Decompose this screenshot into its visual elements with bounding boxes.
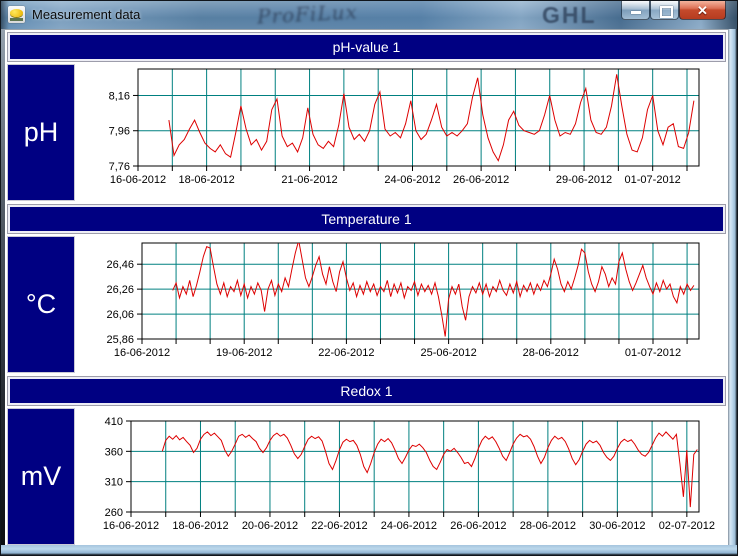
- chart-body-temperature: °C 26,46 26,26 26,06 25,8616-06-2012 19-06-2…: [8, 237, 725, 372]
- chart-title-temperature: Temperature 1: [321, 211, 411, 227]
- window-resize-edge-bottom[interactable]: [1, 545, 737, 555]
- svg-text:30-06-2012: 30-06-2012: [589, 520, 645, 532]
- svg-text:26,06: 26,06: [106, 309, 134, 321]
- svg-text:28-06-2012: 28-06-2012: [523, 347, 579, 359]
- chart-title-ph: pH-value 1: [333, 39, 401, 55]
- unit-label-ph: pH: [24, 117, 59, 148]
- svg-text:310: 310: [105, 477, 123, 489]
- close-button[interactable]: ✕: [679, 1, 726, 20]
- unit-label-box-temperature: °C: [8, 237, 74, 372]
- fish-logo-base: [10, 18, 23, 21]
- svg-text:410: 410: [105, 416, 123, 428]
- svg-text:16-06-2012: 16-06-2012: [110, 174, 166, 186]
- svg-text:22-06-2012: 22-06-2012: [318, 347, 374, 359]
- svg-text:02-07-2012: 02-07-2012: [659, 520, 715, 532]
- window-resize-edge-right[interactable]: [728, 29, 737, 545]
- svg-text:24-06-2012: 24-06-2012: [381, 520, 437, 532]
- maximize-icon: [660, 6, 673, 18]
- chart-section-ph: pH-value 1 pH 8,16 7,96 7,7616-06-2012 18-0…: [8, 33, 725, 200]
- background-watermark-script: ProFiLux: [256, 1, 358, 29]
- maximize-button[interactable]: [650, 1, 679, 20]
- svg-text:26,26: 26,26: [106, 284, 134, 296]
- svg-text:25-06-2012: 25-06-2012: [420, 347, 476, 359]
- chart-title-redox: Redox 1: [340, 383, 392, 399]
- svg-text:28-06-2012: 28-06-2012: [520, 520, 576, 532]
- window-title: Measurement data: [32, 7, 140, 22]
- ph-line-chart: 8,16 7,96 7,7616-06-2012 18-06-2012 21-06-20…: [77, 65, 725, 200]
- chart-header-temperature: Temperature 1: [8, 205, 725, 233]
- titlebar[interactable]: Measurement data ProFiLux GHL ✕: [1, 1, 737, 30]
- svg-text:01-07-2012: 01-07-2012: [625, 347, 681, 359]
- svg-text:18-06-2012: 18-06-2012: [178, 174, 234, 186]
- chart-section-temperature: Temperature 1 °C 26,46 26,26 26,06 25,8616-…: [8, 205, 725, 372]
- window-content: pH-value 1 pH 8,167,967,7616-06-201218-0…: [5, 29, 728, 545]
- window-controls: ✕: [621, 1, 726, 20]
- svg-text:21-06-2012: 21-06-2012: [281, 174, 337, 186]
- chart-body-ph: pH 8,16 7,96 7,7616-06-2012 18-06-2012 21-06…: [8, 65, 725, 200]
- close-icon: ✕: [680, 3, 725, 19]
- svg-text:7,96: 7,96: [109, 126, 130, 138]
- fish-logo-icon: [10, 9, 23, 17]
- svg-text:16-06-2012: 16-06-2012: [103, 520, 159, 532]
- svg-text:20-06-2012: 20-06-2012: [242, 520, 298, 532]
- svg-text:26-06-2012: 26-06-2012: [450, 520, 506, 532]
- svg-text:26,46: 26,46: [106, 259, 134, 271]
- minimize-button[interactable]: [621, 1, 650, 20]
- svg-text:26-06-2012: 26-06-2012: [453, 174, 509, 186]
- svg-text:22-06-2012: 22-06-2012: [311, 520, 367, 532]
- chart-area-ph: 8,16 7,96 7,7616-06-2012 18-06-2012 21-06-20…: [77, 65, 725, 200]
- chart-section-redox: Redox 1 mV 410 360 310 26016-06-2012 18-06-2…: [8, 377, 725, 544]
- redox-line-chart: 410 360 310 26016-06-2012 18-06-2012 20-06-20…: [77, 409, 725, 544]
- svg-text:29-06-2012: 29-06-2012: [556, 174, 612, 186]
- svg-text:16-06-2012: 16-06-2012: [114, 347, 170, 359]
- chart-body-redox: mV 410 360 310 26016-06-2012 18-06-2012 20-06…: [8, 409, 725, 544]
- app-icon: [8, 6, 25, 23]
- unit-label-box-ph: pH: [8, 65, 74, 200]
- app-window: Measurement data ProFiLux GHL ✕ pH-value…: [0, 0, 738, 556]
- svg-text:19-06-2012: 19-06-2012: [216, 347, 272, 359]
- minimize-icon: [631, 11, 641, 14]
- svg-text:18-06-2012: 18-06-2012: [172, 520, 228, 532]
- svg-text:8,16: 8,16: [109, 90, 130, 102]
- unit-label-redox: mV: [21, 461, 62, 492]
- background-watermark-ghl: GHL: [542, 2, 597, 29]
- chart-area-redox: 410 360 310 26016-06-2012 18-06-2012 20-06-20…: [77, 409, 725, 544]
- temperature-line-chart: 26,46 26,26 26,06 25,8616-06-2012 19-06-2012…: [77, 237, 725, 372]
- svg-text:260: 260: [105, 507, 123, 519]
- chart-area-temperature: 26,46 26,26 26,06 25,8616-06-2012 19-06-2012…: [77, 237, 725, 372]
- svg-text:01-07-2012: 01-07-2012: [625, 174, 681, 186]
- chart-header-ph: pH-value 1: [8, 33, 725, 61]
- chart-header-redox: Redox 1: [8, 377, 725, 405]
- svg-text:7,76: 7,76: [109, 161, 130, 173]
- unit-label-box-redox: mV: [8, 409, 74, 544]
- svg-text:360: 360: [105, 446, 123, 458]
- svg-text:25,86: 25,86: [106, 334, 134, 346]
- unit-label-temperature: °C: [26, 289, 56, 320]
- svg-text:24-06-2012: 24-06-2012: [384, 174, 440, 186]
